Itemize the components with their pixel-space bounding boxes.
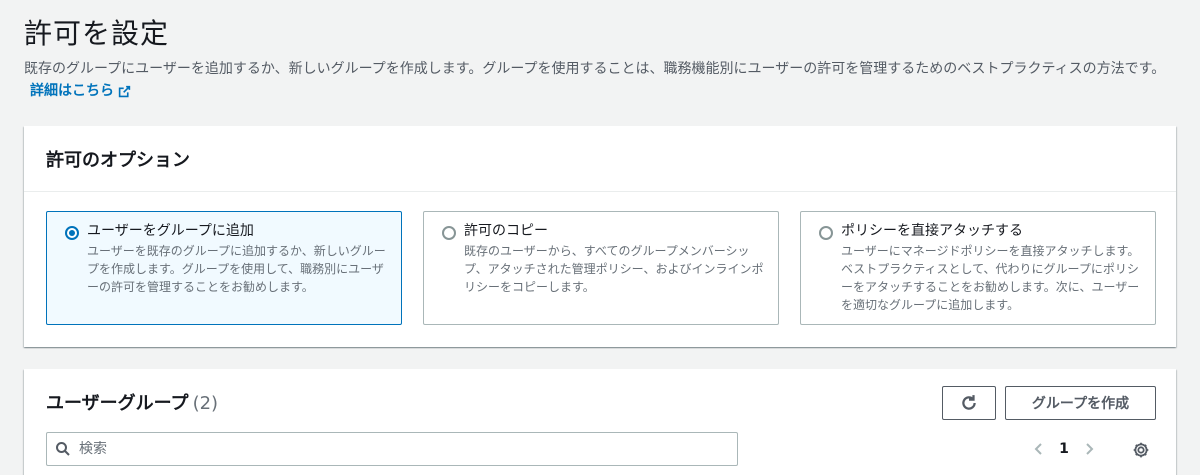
option-copy-permissions-title: 許可のコピー	[464, 223, 548, 239]
next-page-button[interactable]	[1076, 436, 1102, 462]
permission-options-header: 許可のオプション	[24, 126, 1176, 192]
option-copy-permissions[interactable]: 許可のコピー 既存のユーザーから、すべてのグループメンバーシップ、アタッチされた…	[423, 211, 779, 325]
learn-more-label: 詳細はこちら	[30, 83, 114, 99]
page-title: 許可を設定	[24, 17, 170, 50]
search-field[interactable]	[46, 432, 738, 466]
chevron-right-icon	[1086, 443, 1094, 455]
pagination: 1	[1026, 436, 1102, 462]
preferences-button[interactable]	[1130, 439, 1152, 461]
current-page-number[interactable]: 1	[1052, 441, 1076, 457]
option-add-to-group-radio[interactable]	[65, 226, 79, 240]
chevron-left-icon	[1034, 443, 1042, 455]
option-attach-policies-description: ユーザーにマネージドポリシーを直接アタッチします。ベストプラクティスとして、代わ…	[841, 244, 1140, 312]
user-groups-title: ユーザーグループ (2)	[46, 389, 218, 415]
gear-icon	[1133, 442, 1149, 458]
option-add-to-group[interactable]: ユーザーをグループに追加 ユーザーを既存のグループに追加するか、新しいグループを…	[46, 211, 402, 325]
permission-options-panel: 許可のオプション ユーザーをグループに追加 ユーザーを既存のグループに追加するか…	[24, 126, 1176, 347]
option-add-to-group-description: ユーザーを既存のグループに追加するか、新しいグループを作成します。グループを使用…	[87, 244, 386, 294]
page-description: 既存のグループにユーザーを追加するか、新しいグループを作成します。グループを使用…	[24, 58, 1184, 102]
option-add-to-group-title: ユーザーをグループに追加	[87, 223, 254, 239]
refresh-button[interactable]	[942, 386, 996, 420]
previous-page-button[interactable]	[1026, 436, 1052, 462]
option-attach-policies-radio[interactable]	[819, 226, 833, 240]
user-groups-title-text: ユーザーグループ	[46, 393, 189, 414]
option-copy-permissions-description: 既存のユーザーから、すべてのグループメンバーシップ、アタッチされた管理ポリシー、…	[464, 244, 764, 294]
search-icon	[47, 441, 79, 457]
option-attach-policies-title: ポリシーを直接アタッチする	[841, 223, 1023, 239]
page-description-text: 既存のグループにユーザーを追加するか、新しいグループを作成します。グループを使用…	[24, 61, 1166, 77]
user-groups-panel: ユーザーグループ(2) グループを作成 1	[24, 369, 1176, 475]
create-group-button[interactable]: グループを作成	[1005, 386, 1156, 420]
user-groups-count: (2)	[192, 393, 219, 414]
search-input[interactable]	[79, 441, 737, 457]
external-link-icon	[118, 85, 131, 97]
option-copy-permissions-radio[interactable]	[442, 226, 456, 240]
learn-more-link[interactable]: 詳細はこちら	[30, 80, 131, 102]
permission-options-title: 許可のオプション	[46, 149, 190, 171]
option-attach-policies[interactable]: ポリシーを直接アタッチする ユーザーにマネージドポリシーを直接アタッチします。ベ…	[800, 211, 1156, 325]
refresh-icon	[962, 395, 976, 410]
